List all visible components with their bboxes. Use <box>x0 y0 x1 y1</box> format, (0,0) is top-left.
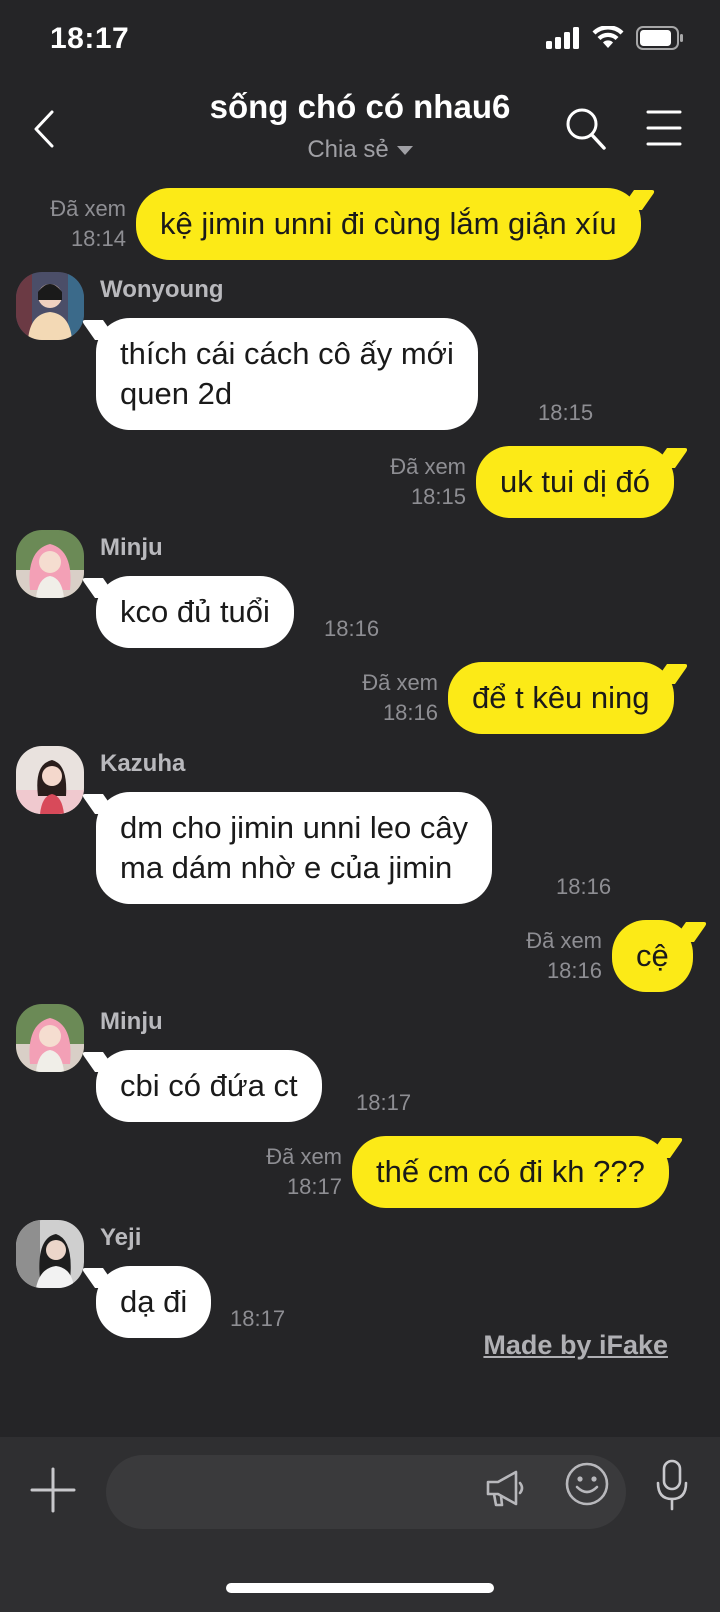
emoji-icon <box>565 1462 609 1506</box>
sender-name: Kazuha <box>100 750 186 777</box>
avatar-image <box>16 1220 84 1288</box>
member-count: 6 <box>491 88 511 125</box>
read-receipt: Đã xem <box>390 454 466 479</box>
read-receipt: Đã xem <box>50 196 126 221</box>
share-dropdown[interactable]: Chia sẻ <box>0 136 720 164</box>
message-input-container <box>106 1455 626 1529</box>
message-bubble-outgoing[interactable]: cệ <box>612 920 693 992</box>
share-label: Chia sẻ <box>307 136 389 163</box>
message-bubble-incoming[interactable]: thích cái cách cô ấy mới quen 2d <box>96 318 478 430</box>
status-time: 18:17 <box>50 22 130 55</box>
message-meta: Đã xem 18:16 <box>496 926 602 986</box>
message-time: 18:16 <box>556 874 612 899</box>
chat-title-text: sống chó có nhau <box>209 88 492 125</box>
avatar-image <box>16 272 84 340</box>
message-bubble-outgoing[interactable]: để t kêu ning <box>448 662 674 734</box>
message-meta: Đã xem 18:16 <box>332 668 438 728</box>
message-bubble-outgoing[interactable]: uk tui dị đó <box>476 446 674 518</box>
avatar-yeji[interactable] <box>16 1220 84 1288</box>
avatar-image <box>16 530 84 598</box>
message-bubble-outgoing[interactable]: thế cm có đi kh ??? <box>352 1136 669 1208</box>
chat-title[interactable]: sống chó có nhau6 <box>0 88 720 126</box>
attach-button[interactable] <box>30 1467 76 1513</box>
input-bar <box>0 1437 720 1612</box>
message-text: thế cm có đi kh ??? <box>376 1154 645 1189</box>
message-bubble-incoming[interactable]: kco đủ tuổi <box>96 576 294 648</box>
read-receipt: Đã xem <box>526 928 602 953</box>
status-bar: 18:17 <box>0 0 720 84</box>
wifi-icon <box>592 26 624 48</box>
message-meta: Đã xem 18:14 <box>24 194 126 254</box>
microphone-icon <box>656 1459 688 1511</box>
chat-header: sống chó có nhau6 Chia sẻ <box>0 84 720 184</box>
message-text: cệ <box>636 938 669 973</box>
message-time: 18:15 <box>410 484 466 509</box>
message-time: 18:16 <box>546 958 602 983</box>
shout-button[interactable] <box>484 1467 526 1509</box>
message-text: uk tui dị đó <box>500 464 650 499</box>
message-text: kệ jimin unni đi cùng lắm giận xíu <box>160 206 617 241</box>
message-text: để t kêu ning <box>472 680 650 715</box>
signal-icon <box>546 27 579 49</box>
sender-name: Minju <box>100 1008 163 1035</box>
message-time: 18:17 <box>286 1174 342 1199</box>
sender-name: Yeji <box>100 1224 142 1251</box>
message-time: 18:16 <box>324 616 380 641</box>
message-bubble-outgoing[interactable]: kệ jimin unni đi cùng lắm giận xíu <box>136 188 641 260</box>
message-bubble-incoming[interactable]: dm cho jimin unni leo cây ma dám nhờ e c… <box>96 792 493 904</box>
message-text-line: quen 2d <box>120 376 233 411</box>
home-indicator[interactable] <box>226 1583 494 1593</box>
plus-icon <box>30 1467 76 1513</box>
emoji-button[interactable] <box>564 1461 610 1507</box>
message-input[interactable] <box>130 1455 470 1529</box>
sender-name: Wonyoung <box>100 276 224 303</box>
search-icon <box>566 108 606 150</box>
watermark-link[interactable]: Made by iFake <box>483 1330 668 1361</box>
avatar-minju[interactable] <box>16 530 84 598</box>
message-text-line: cbi có đứa ct <box>120 1068 298 1103</box>
message-text-line: thích cái cách cô ấy mới <box>120 336 454 371</box>
message-time: 18:15 <box>538 400 594 425</box>
message-meta: Đã xem 18:15 <box>360 452 466 512</box>
status-icons <box>546 26 684 50</box>
avatar-kazuha[interactable] <box>16 746 84 814</box>
message-bubble-incoming[interactable]: cbi có đứa ct <box>96 1050 322 1122</box>
battery-icon <box>636 26 683 50</box>
avatar-image <box>16 746 84 814</box>
message-time: 18:17 <box>356 1090 412 1115</box>
message-text-line: dạ đi <box>120 1284 188 1319</box>
menu-button[interactable] <box>646 108 682 148</box>
avatar-image <box>16 1004 84 1072</box>
avatar-wonyoung[interactable] <box>16 272 84 340</box>
message-time: 18:14 <box>70 226 126 251</box>
message-text-line: dm cho jimin unni leo cây <box>120 810 469 845</box>
read-receipt: Đã xem <box>362 670 438 695</box>
caret-down-icon <box>396 146 413 156</box>
avatar-minju[interactable] <box>16 1004 84 1072</box>
sender-name: Minju <box>100 534 163 561</box>
message-time: 18:17 <box>230 1306 286 1331</box>
message-bubble-incoming[interactable]: dạ đi <box>96 1266 212 1338</box>
message-text-line: ma dám nhờ e của jimin <box>120 850 453 885</box>
voice-button[interactable] <box>656 1459 688 1511</box>
read-receipt: Đã xem <box>266 1144 342 1169</box>
megaphone-icon <box>486 1470 524 1507</box>
message-time: 18:16 <box>382 700 438 725</box>
message-meta: Đã xem 18:17 <box>236 1142 342 1202</box>
message-text-line: kco đủ tuổi <box>120 594 270 629</box>
search-button[interactable] <box>564 106 608 152</box>
menu-icon <box>646 110 682 146</box>
